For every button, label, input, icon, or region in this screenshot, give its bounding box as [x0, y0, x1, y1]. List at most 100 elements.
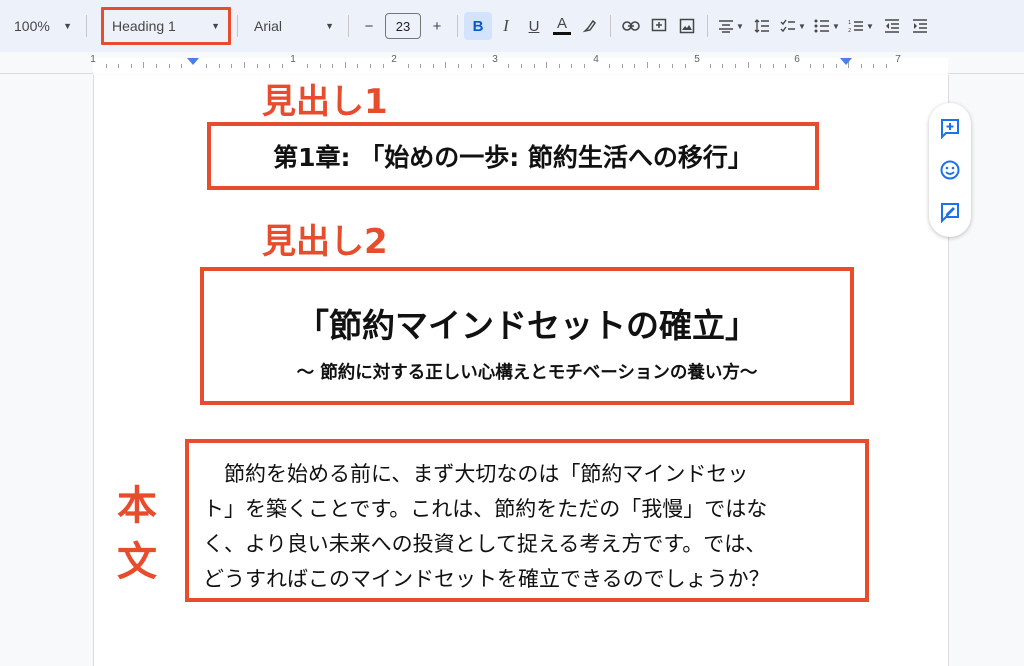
- ruler-tick: [634, 64, 636, 68]
- ruler-tick: [520, 64, 522, 68]
- font-family-dropdown[interactable]: Arial ▼: [246, 10, 342, 42]
- heading2-annotation: 見出し2: [262, 222, 388, 262]
- ruler-tick: [583, 64, 585, 68]
- underline-button[interactable]: U: [520, 12, 548, 40]
- numbered-list-icon[interactable]: 1 2 ▼: [844, 12, 878, 40]
- italic-button[interactable]: I: [492, 12, 520, 40]
- font-family-value: Arial: [254, 18, 283, 34]
- emoji-reaction-icon[interactable]: [938, 158, 962, 182]
- ruler-tick: [508, 64, 510, 68]
- align-center-icon[interactable]: ▼: [714, 12, 748, 40]
- ruler-tick: [747, 62, 749, 68]
- ruler-tick: [357, 64, 359, 68]
- comment-icon[interactable]: [645, 12, 673, 40]
- ruler-tick: [206, 64, 208, 68]
- ruler-tick: [823, 64, 825, 68]
- heading1-annotation: 見出し1: [262, 82, 388, 122]
- svg-text:2: 2: [848, 28, 851, 33]
- body-line: どうすればこのマインドセットを確立できるのでしょうか？: [203, 567, 770, 591]
- ruler-tick: [709, 64, 711, 68]
- decrease-indent-icon[interactable]: [878, 12, 906, 40]
- toolbar-divider: [86, 15, 87, 37]
- body-line: く、より良い未来への投資として捉える考え方です。では、: [203, 532, 767, 556]
- ruler-number: 7: [895, 54, 901, 65]
- ruler-tick: [231, 64, 233, 68]
- ruler-tick: [168, 64, 170, 68]
- zoom-dropdown[interactable]: 100% ▼: [6, 10, 80, 42]
- ruler-tick: [382, 64, 384, 68]
- body-line: ト」を築くことです。これは、節約をただの「我慢」ではな: [203, 497, 768, 521]
- zoom-value: 100%: [14, 18, 50, 34]
- ruler-tick: [332, 64, 334, 68]
- ruler-tick: [860, 64, 862, 68]
- ruler-tick: [218, 64, 220, 68]
- ruler-tick: [533, 64, 535, 68]
- ruler-tick: [281, 64, 283, 68]
- ruler-tick: [143, 62, 145, 68]
- body-paragraph[interactable]: 節約を始める前に、まず大切なのは「節約マインドセッ ト」を築くことです。これは、…: [203, 457, 857, 597]
- heading2-highlight-box: 「節約マインドセットの確立」 〜 節約に対する正しい心構えとモチベーションの養い…: [200, 267, 854, 405]
- paragraph-style-dropdown[interactable]: Heading 1 ▼: [101, 7, 231, 45]
- heading1-text[interactable]: 第1章: 「始めの一歩: 節約生活への移行」: [273, 138, 753, 174]
- checklist-icon[interactable]: ▼: [776, 12, 810, 40]
- right-indent-marker[interactable]: [840, 58, 852, 65]
- decrease-font-size-button[interactable]: −: [355, 12, 383, 40]
- horizontal-ruler[interactable]: 1 1 2 3 4 5 6 7: [0, 52, 1024, 74]
- left-indent-marker[interactable]: [187, 58, 199, 65]
- suggest-edits-icon[interactable]: [938, 200, 962, 224]
- italic-icon: I: [503, 16, 509, 35]
- text-color-icon: A: [556, 15, 567, 32]
- body-line: 節約を始める前に、まず大切なのは「節約マインドセッ: [203, 462, 749, 486]
- ruler-tick: [130, 64, 132, 68]
- text-color-button[interactable]: A: [548, 12, 576, 40]
- ruler-tick: [684, 64, 686, 68]
- ruler-tick: [458, 64, 460, 68]
- ruler-tick: [105, 64, 107, 68]
- ruler-tick: [558, 64, 560, 68]
- body-annotation: 本 文: [112, 478, 162, 590]
- underline-icon: U: [528, 17, 540, 35]
- ruler-tick: [621, 64, 623, 68]
- heading2-text[interactable]: 「節約マインドセットの確立」: [204, 299, 850, 347]
- image-icon[interactable]: [673, 12, 701, 40]
- ruler-tick: [181, 64, 183, 68]
- add-comment-icon[interactable]: [938, 116, 962, 140]
- ruler-number: 2: [391, 54, 397, 65]
- ruler-tick: [306, 64, 308, 68]
- ruler-tick: [432, 64, 434, 68]
- ruler-tick: [407, 64, 409, 68]
- ruler-tick: [672, 64, 674, 68]
- formatting-toolbar: 100% ▼ Heading 1 ▼ Arial ▼ − 23 + B I U …: [0, 0, 1024, 52]
- bulleted-list-icon[interactable]: ▼: [810, 12, 844, 40]
- ruler-number: 1: [90, 54, 96, 65]
- font-size-value: 23: [395, 18, 411, 34]
- ruler-tick: [772, 64, 774, 68]
- ruler-tick: [659, 64, 661, 68]
- ruler-number: 5: [694, 54, 700, 65]
- body-highlight-box: 節約を始める前に、まず大切なのは「節約マインドセッ ト」を築くことです。これは、…: [185, 439, 869, 602]
- ruler-number: 6: [794, 54, 800, 65]
- ruler-tick: [470, 64, 472, 68]
- increase-font-size-button[interactable]: +: [423, 12, 451, 40]
- ruler-tick: [244, 62, 246, 68]
- bold-button[interactable]: B: [464, 12, 492, 40]
- line-spacing-icon[interactable]: [748, 12, 776, 40]
- heading2-subtitle[interactable]: 〜 節約に対する正しい心構えとモチベーションの養い方〜: [204, 359, 850, 384]
- caret-down-icon: ▼: [211, 21, 220, 31]
- font-size-input[interactable]: 23: [385, 13, 421, 39]
- ruler-tick: [760, 64, 762, 68]
- caret-down-icon: ▼: [325, 21, 334, 31]
- ruler-tick: [483, 64, 485, 68]
- ruler-tick: [319, 64, 321, 68]
- link-icon[interactable]: [617, 12, 645, 40]
- ruler-tick: [734, 64, 736, 68]
- ruler-tick: [155, 64, 157, 68]
- ruler-number: 1: [290, 54, 296, 65]
- highlighter-icon[interactable]: [576, 12, 604, 40]
- ruler-tick: [256, 64, 258, 68]
- increase-indent-icon[interactable]: [906, 12, 934, 40]
- caret-down-icon: ▼: [63, 21, 72, 31]
- ruler-tick: [445, 62, 447, 68]
- ruler-tick: [835, 64, 837, 68]
- ruler-tick: [118, 64, 120, 68]
